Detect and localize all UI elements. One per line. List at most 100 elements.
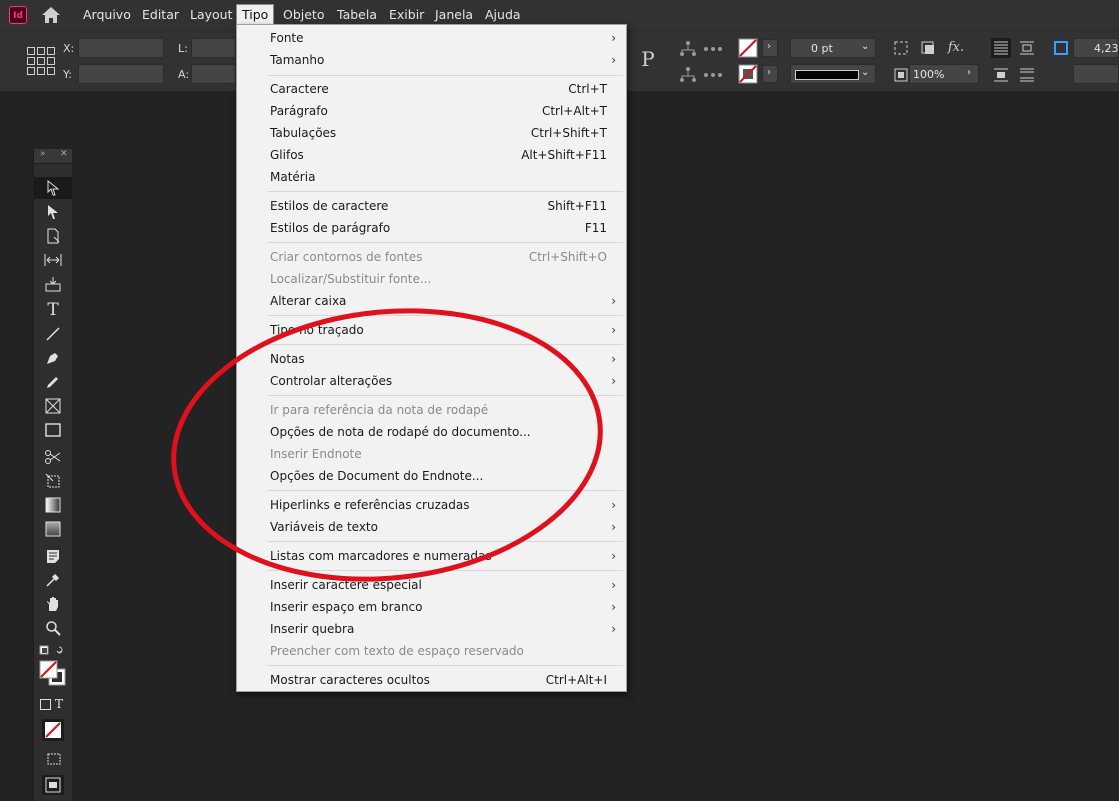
paragraph-p-icon[interactable]: P xyxy=(638,49,658,69)
gap-tool-icon[interactable] xyxy=(34,249,72,271)
menu-item-fonte[interactable]: Fonte › xyxy=(237,27,626,49)
distribute-tree-2-icon[interactable] xyxy=(703,65,723,85)
menu-ajuda[interactable]: Ajuda xyxy=(480,5,526,25)
menu-item-estilos-paragrafo[interactable]: Estilos de parágrafo F11 xyxy=(237,217,626,239)
page-tool-icon[interactable] xyxy=(34,225,72,247)
menu-item-notas[interactable]: Notas › xyxy=(237,348,626,370)
effects-fx-icon[interactable]: fx. xyxy=(946,38,966,58)
collapse-icon[interactable]: » xyxy=(40,149,46,159)
rectangle-frame-tool-icon[interactable] xyxy=(34,395,72,417)
menu-item-listas[interactable]: Listas com marcadores e numeradas › xyxy=(237,545,626,567)
menu-item-variaveis-texto[interactable]: Variáveis de texto › xyxy=(237,516,626,538)
eyedropper-tool-icon[interactable] xyxy=(34,569,72,591)
stroke-weight-field[interactable]: 0 pt ⌄ xyxy=(790,38,876,58)
scissors-tool-icon[interactable] xyxy=(34,446,72,468)
type-tool-icon[interactable]: T xyxy=(34,299,72,321)
width-field[interactable] xyxy=(191,38,236,58)
chevron-right-icon[interactable]: › xyxy=(967,67,971,78)
fill-none-icon[interactable] xyxy=(738,38,758,58)
stroke-type-field[interactable]: ⌄ xyxy=(790,64,876,84)
menu-layout[interactable]: Layout xyxy=(185,5,238,25)
menu-item-paragrafo[interactable]: Parágrafo Ctrl+Alt+T xyxy=(237,100,626,122)
menu-tabela[interactable]: Tabela xyxy=(332,5,382,25)
menu-objeto[interactable]: Objeto xyxy=(278,5,330,25)
selection-tool-icon[interactable] xyxy=(34,177,72,199)
direct-selection-tool-icon[interactable] xyxy=(34,201,72,223)
text-wrap-box-icon[interactable] xyxy=(1017,38,1037,58)
pencil-tool-icon[interactable] xyxy=(34,371,72,393)
rectangle-tool-icon[interactable] xyxy=(34,419,72,441)
gradient-swatch-tool-icon[interactable] xyxy=(34,494,72,516)
distribute-tree-icon[interactable] xyxy=(703,39,723,59)
drop-shadow-icon[interactable] xyxy=(918,38,938,58)
menu-item-inserir-espaco[interactable]: Inserir espaço em branco › xyxy=(237,596,626,618)
menu-editar[interactable]: Editar xyxy=(137,5,184,25)
auto-fit-icon[interactable] xyxy=(1051,38,1071,58)
gradient-feather-tool-icon[interactable] xyxy=(34,518,72,540)
menu-item-glifos[interactable]: Glifos Alt+Shift+F11 xyxy=(237,144,626,166)
menu-item-alterar-caixa[interactable]: Alterar caixa › xyxy=(237,290,626,312)
submenu-arrow-icon: › xyxy=(611,323,616,337)
screen-mode-icon[interactable] xyxy=(42,775,64,795)
menu-item-label: Mostrar caracteres ocultos xyxy=(270,673,430,687)
menu-item-label: Listas com marcadores e numeradas xyxy=(270,549,492,563)
height-field[interactable] xyxy=(191,64,236,84)
zoom-tool-icon[interactable] xyxy=(34,617,72,639)
submenu-arrow-icon: › xyxy=(611,352,616,366)
stroke-none-icon[interactable] xyxy=(738,64,758,84)
menu-separator xyxy=(267,344,623,345)
text-wrap-jump-icon[interactable] xyxy=(991,65,1011,85)
apply-none-icon[interactable] xyxy=(42,719,64,741)
pen-tool-icon[interactable] xyxy=(34,347,72,369)
reference-point-icon[interactable] xyxy=(27,47,55,75)
view-mode-icon[interactable] xyxy=(45,751,63,767)
tools-panel-header[interactable]: » ✕ xyxy=(34,149,72,164)
menu-item-opcoes-nota-rodape[interactable]: Opções de nota de rodapé do documento... xyxy=(237,421,626,443)
stroke-dropdown[interactable]: › xyxy=(762,65,778,83)
gutter-field[interactable]: 4,233 xyxy=(1073,38,1119,58)
menu-item-tamanho[interactable]: Tamanho › xyxy=(237,49,626,71)
home-icon[interactable] xyxy=(40,5,62,25)
menu-item-opcoes-endnote[interactable]: Opções de Document do Endnote... xyxy=(237,465,626,487)
opacity-icon[interactable] xyxy=(891,65,911,85)
chevron-down-icon[interactable]: ⌄ xyxy=(861,67,869,78)
menu-item-caractere[interactable]: Caractere Ctrl+T xyxy=(237,78,626,100)
menu-item-inserir-quebra[interactable]: Inserir quebra › xyxy=(237,618,626,640)
menu-exibir[interactable]: Exibir xyxy=(384,5,429,25)
columns-field[interactable] xyxy=(1073,64,1119,84)
corner-options-icon[interactable] xyxy=(891,38,911,58)
formatting-container-icon[interactable] xyxy=(40,699,51,710)
note-tool-icon[interactable] xyxy=(34,545,72,567)
indesign-logo-icon: Id xyxy=(9,6,27,24)
menu-item-inserir-caractere-especial[interactable]: Inserir caractere especial › xyxy=(237,574,626,596)
menu-item-shortcut: Shift+F11 xyxy=(547,199,607,213)
y-field[interactable] xyxy=(78,64,164,84)
close-icon[interactable]: ✕ xyxy=(60,149,68,159)
align-tree-icon[interactable] xyxy=(678,39,698,59)
tipo-menu: Fonte › Tamanho › Caractere Ctrl+T Parágraf… xyxy=(236,24,627,692)
line-tool-icon[interactable] xyxy=(34,323,72,345)
menu-item-hiperlinks[interactable]: Hiperlinks e referências cruzadas › xyxy=(237,494,626,516)
formatting-text-icon[interactable]: T xyxy=(55,697,63,711)
menu-item-estilos-caractere[interactable]: Estilos de caractere Shift+F11 xyxy=(237,195,626,217)
fill-dropdown[interactable]: › xyxy=(762,39,778,57)
menu-arquivo[interactable]: Arquivo xyxy=(78,5,136,25)
menu-item-controlar-alteracoes[interactable]: Controlar alterações › xyxy=(237,370,626,392)
menu-item-mostrar-caracteres-ocultos[interactable]: Mostrar caracteres ocultos Ctrl+Alt+I xyxy=(237,669,626,691)
free-transform-tool-icon[interactable] xyxy=(34,470,72,492)
fill-stroke-swatch-icon[interactable] xyxy=(39,645,67,687)
x-field[interactable] xyxy=(78,38,164,58)
menu-item-tabulacoes[interactable]: Tabulações Ctrl+Shift+T xyxy=(237,122,626,144)
hand-tool-icon[interactable] xyxy=(34,593,72,615)
menu-item-localizar-fonte: Localizar/Substituir fonte... xyxy=(237,268,626,290)
menu-item-materia[interactable]: Matéria xyxy=(237,166,626,188)
menu-item-tipo-tracado[interactable]: Tipo no traçado › xyxy=(237,319,626,341)
text-wrap-column-icon[interactable] xyxy=(1017,65,1037,85)
content-collector-icon[interactable] xyxy=(34,273,72,295)
opacity-field[interactable]: 100% › xyxy=(909,64,979,84)
chevron-down-icon[interactable]: ⌄ xyxy=(861,41,869,52)
menu-janela[interactable]: Janela xyxy=(430,5,478,25)
align-tree-2-icon[interactable] xyxy=(678,65,698,85)
menu-tipo[interactable]: Tipo xyxy=(236,4,275,26)
text-wrap-none-icon[interactable] xyxy=(991,38,1011,58)
